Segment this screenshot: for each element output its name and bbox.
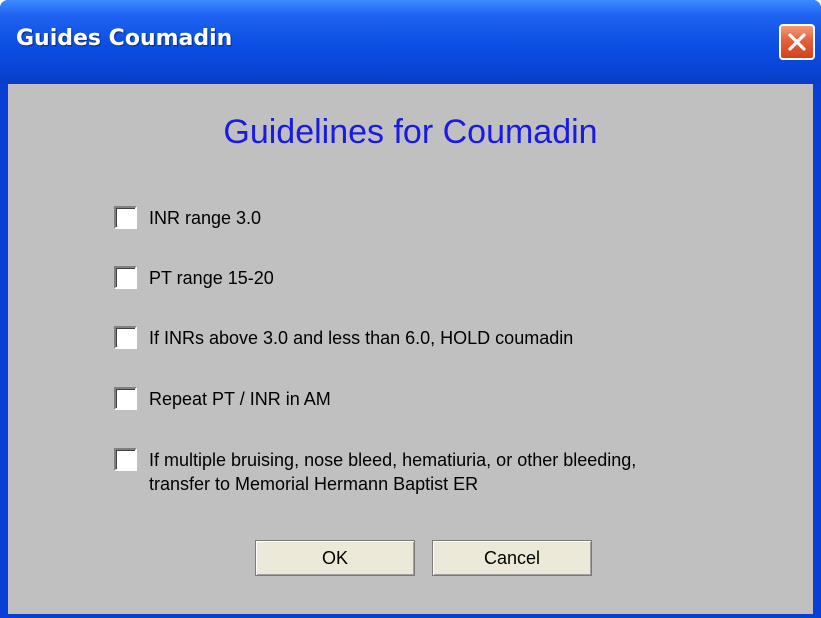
checkbox[interactable] [114,206,137,229]
checkbox-label: If multiple bruising, nose bleed, hemati… [149,450,637,494]
checklist-item-repeat-pt-inr[interactable]: Repeat PT / INR in AM [114,387,331,411]
checkbox-label: INR range 3.0 [149,208,262,228]
dialog-body: Guidelines for Coumadin INR range 3.0 PT… [8,84,813,614]
ok-button[interactable]: OK [255,540,415,576]
close-icon [788,33,806,51]
window-title: Guides Coumadin [16,26,233,51]
checkbox[interactable] [114,387,137,410]
close-button[interactable] [779,24,815,60]
checkbox[interactable] [114,448,137,471]
dialog-window: Guides Coumadin Guidelines for Coumadin … [0,0,821,618]
checkbox[interactable] [114,266,137,289]
checklist-item-pt-range[interactable]: PT range 15-20 [114,266,274,290]
checklist-item-hold-coumadin[interactable]: If INRs above 3.0 and less than 6.0, HOL… [114,326,573,350]
title-bar[interactable]: Guides Coumadin [0,0,821,84]
cancel-button[interactable]: Cancel [432,540,592,576]
checklist-item-bleeding-transfer[interactable]: If multiple bruising, nose bleed, hemati… [114,448,636,496]
checklist-item-inr-range[interactable]: INR range 3.0 [114,206,261,230]
checkbox-label: PT range 15-20 [149,268,274,288]
checkbox[interactable] [114,326,137,349]
page-title: Guidelines for Coumadin [223,113,598,151]
checkbox-label: Repeat PT / INR in AM [149,389,331,409]
checkbox-label: If INRs above 3.0 and less than 6.0, HOL… [149,328,574,348]
